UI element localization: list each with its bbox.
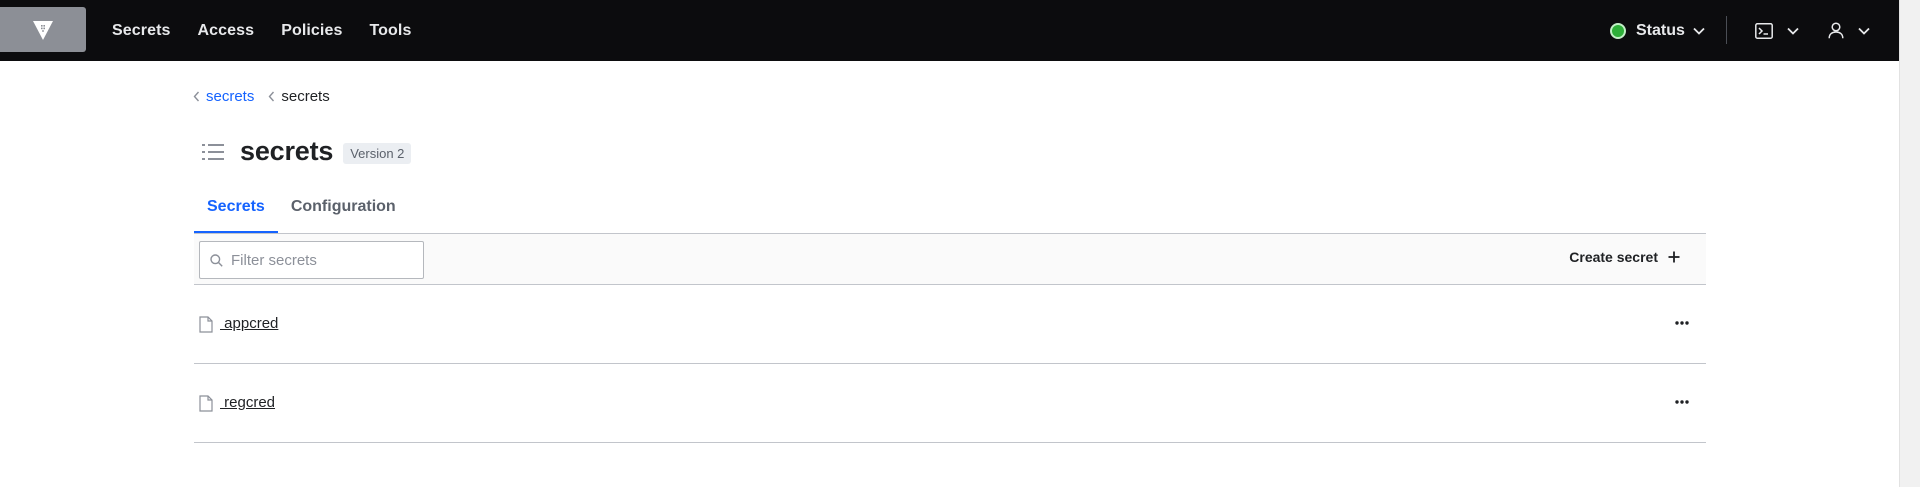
secret-link[interactable]: appcred	[220, 315, 278, 332]
secrets-list: appcred regcred	[194, 285, 1706, 443]
list-item[interactable]: appcred	[194, 285, 1706, 364]
user-icon	[1828, 22, 1844, 39]
tab-secrets[interactable]: Secrets	[194, 190, 278, 233]
page-title: secrets	[240, 136, 334, 166]
top-nav: Secrets Access Policies Tools Status	[0, 0, 1899, 61]
list-icon	[202, 143, 224, 161]
chevron-down-icon	[1693, 27, 1705, 35]
nav-divider	[1726, 16, 1727, 44]
vault-logo-icon[interactable]	[0, 7, 86, 52]
nav-link-policies[interactable]: Policies	[281, 22, 342, 40]
breadcrumb-item-secrets-engine[interactable]: secrets	[193, 88, 254, 105]
nav-link-secrets[interactable]: Secrets	[112, 22, 171, 40]
status-menu[interactable]: Status	[1610, 0, 1705, 61]
nav-link-access[interactable]: Access	[198, 22, 255, 40]
status-dot-icon	[1610, 22, 1626, 39]
more-horizontal-icon[interactable]	[1670, 315, 1694, 331]
file-icon	[199, 395, 213, 412]
breadcrumb-link[interactable]: secrets	[206, 88, 254, 105]
terminal-icon	[1755, 22, 1773, 39]
main-nav: Secrets Access Policies Tools	[112, 0, 438, 61]
chevron-left-icon	[193, 91, 200, 102]
page-header: secrets Version 2	[202, 136, 412, 167]
filter-secrets-input[interactable]	[231, 251, 411, 269]
list-item[interactable]: regcred	[194, 364, 1706, 443]
status-label: Status	[1636, 21, 1685, 39]
version-badge: Version 2	[343, 143, 412, 164]
chevron-down-icon	[1858, 27, 1870, 35]
scrollbar[interactable]	[1899, 0, 1920, 487]
breadcrumb-item-current: secrets	[268, 88, 330, 105]
breadcrumb-current: secrets	[281, 88, 330, 105]
filter-box	[199, 241, 424, 279]
user-menu[interactable]	[1828, 0, 1870, 61]
chevron-left-icon	[268, 91, 275, 102]
search-icon	[210, 253, 223, 267]
file-icon	[199, 316, 213, 333]
nav-link-tools[interactable]: Tools	[369, 22, 411, 40]
chevron-down-icon	[1787, 27, 1799, 35]
console-menu[interactable]	[1755, 0, 1799, 61]
secret-link[interactable]: regcred	[220, 394, 275, 411]
tab-bar: Secrets Configuration	[194, 190, 409, 233]
tab-configuration[interactable]: Configuration	[278, 190, 409, 233]
create-secret-button[interactable]: Create secret	[1569, 249, 1680, 265]
plus-icon	[1668, 251, 1680, 263]
breadcrumb: secrets secrets	[193, 88, 344, 105]
more-horizontal-icon[interactable]	[1670, 394, 1694, 410]
toolbar: Create secret	[194, 233, 1706, 285]
create-secret-label: Create secret	[1569, 249, 1658, 265]
